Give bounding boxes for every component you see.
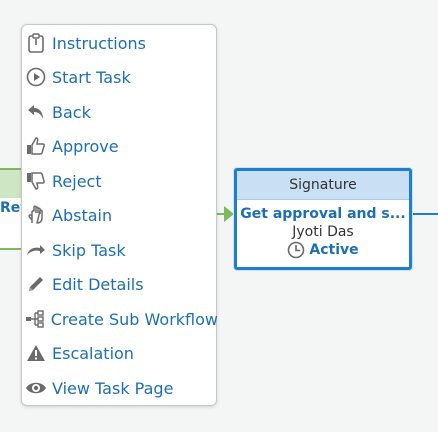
menu-item-label: Skip Task xyxy=(52,240,126,260)
pencil-icon xyxy=(25,273,47,295)
menu-item-label: View Task Page xyxy=(52,378,174,398)
menu-item-label: Instructions xyxy=(52,33,146,53)
workflow-canvas: Rev Signature Get approval and s... Jyot… xyxy=(0,0,438,432)
previous-task-node-header xyxy=(0,170,22,198)
menu-item-create-sub-workflow[interactable]: Create Sub Workflow xyxy=(22,304,218,334)
menu-item-label: Approve xyxy=(52,136,119,156)
menu-item-label: Edit Details xyxy=(52,274,144,294)
menu-item-instructions[interactable]: Instructions xyxy=(22,28,218,58)
clock-icon xyxy=(287,241,305,259)
menu-item-label: Escalation xyxy=(52,343,134,363)
menu-item-view-task-page[interactable]: View Task Page xyxy=(22,373,218,403)
signature-task-node[interactable]: Signature Get approval and s... Jyoti Da… xyxy=(234,168,412,270)
menu-item-escalation[interactable]: Escalation xyxy=(22,338,218,368)
menu-item-label: Start Task xyxy=(52,67,131,87)
menu-item-label: Back xyxy=(52,102,91,122)
thumbs-down-icon xyxy=(25,170,47,192)
play-circle-icon xyxy=(25,66,47,88)
menu-item-label: Create Sub Workflow xyxy=(50,309,218,329)
warning-icon xyxy=(25,342,47,364)
connector-arrow-icon xyxy=(224,206,234,222)
task-node-status: Active xyxy=(237,241,409,259)
menu-item-edit-details[interactable]: Edit Details xyxy=(22,269,218,299)
reply-arrow-icon xyxy=(25,101,47,123)
task-node-status-label: Active xyxy=(309,242,359,258)
skip-arrow-icon xyxy=(25,239,47,261)
menu-item-approve[interactable]: Approve xyxy=(22,131,218,161)
task-context-menu: Instructions Start Task Back Approve Rej… xyxy=(21,24,218,406)
eye-icon xyxy=(25,377,47,399)
hand-icon xyxy=(25,204,47,226)
menu-item-label: Abstain xyxy=(52,205,113,225)
sitemap-icon xyxy=(25,308,46,330)
task-node-header: Signature xyxy=(237,171,409,200)
menu-item-reject[interactable]: Reject xyxy=(22,166,218,196)
menu-item-back[interactable]: Back xyxy=(22,97,218,127)
menu-item-abstain[interactable]: Abstain xyxy=(22,200,218,230)
menu-item-skip-task[interactable]: Skip Task xyxy=(22,235,218,265)
thumbs-up-icon xyxy=(25,135,47,157)
task-node-assignee: Jyoti Das xyxy=(292,224,354,240)
clipboard-icon xyxy=(25,32,47,54)
menu-item-start-task[interactable]: Start Task xyxy=(22,62,218,92)
menu-item-label: Reject xyxy=(52,171,102,191)
task-node-title[interactable]: Get approval and s... xyxy=(237,206,409,222)
outgoing-connector-line xyxy=(412,213,438,215)
